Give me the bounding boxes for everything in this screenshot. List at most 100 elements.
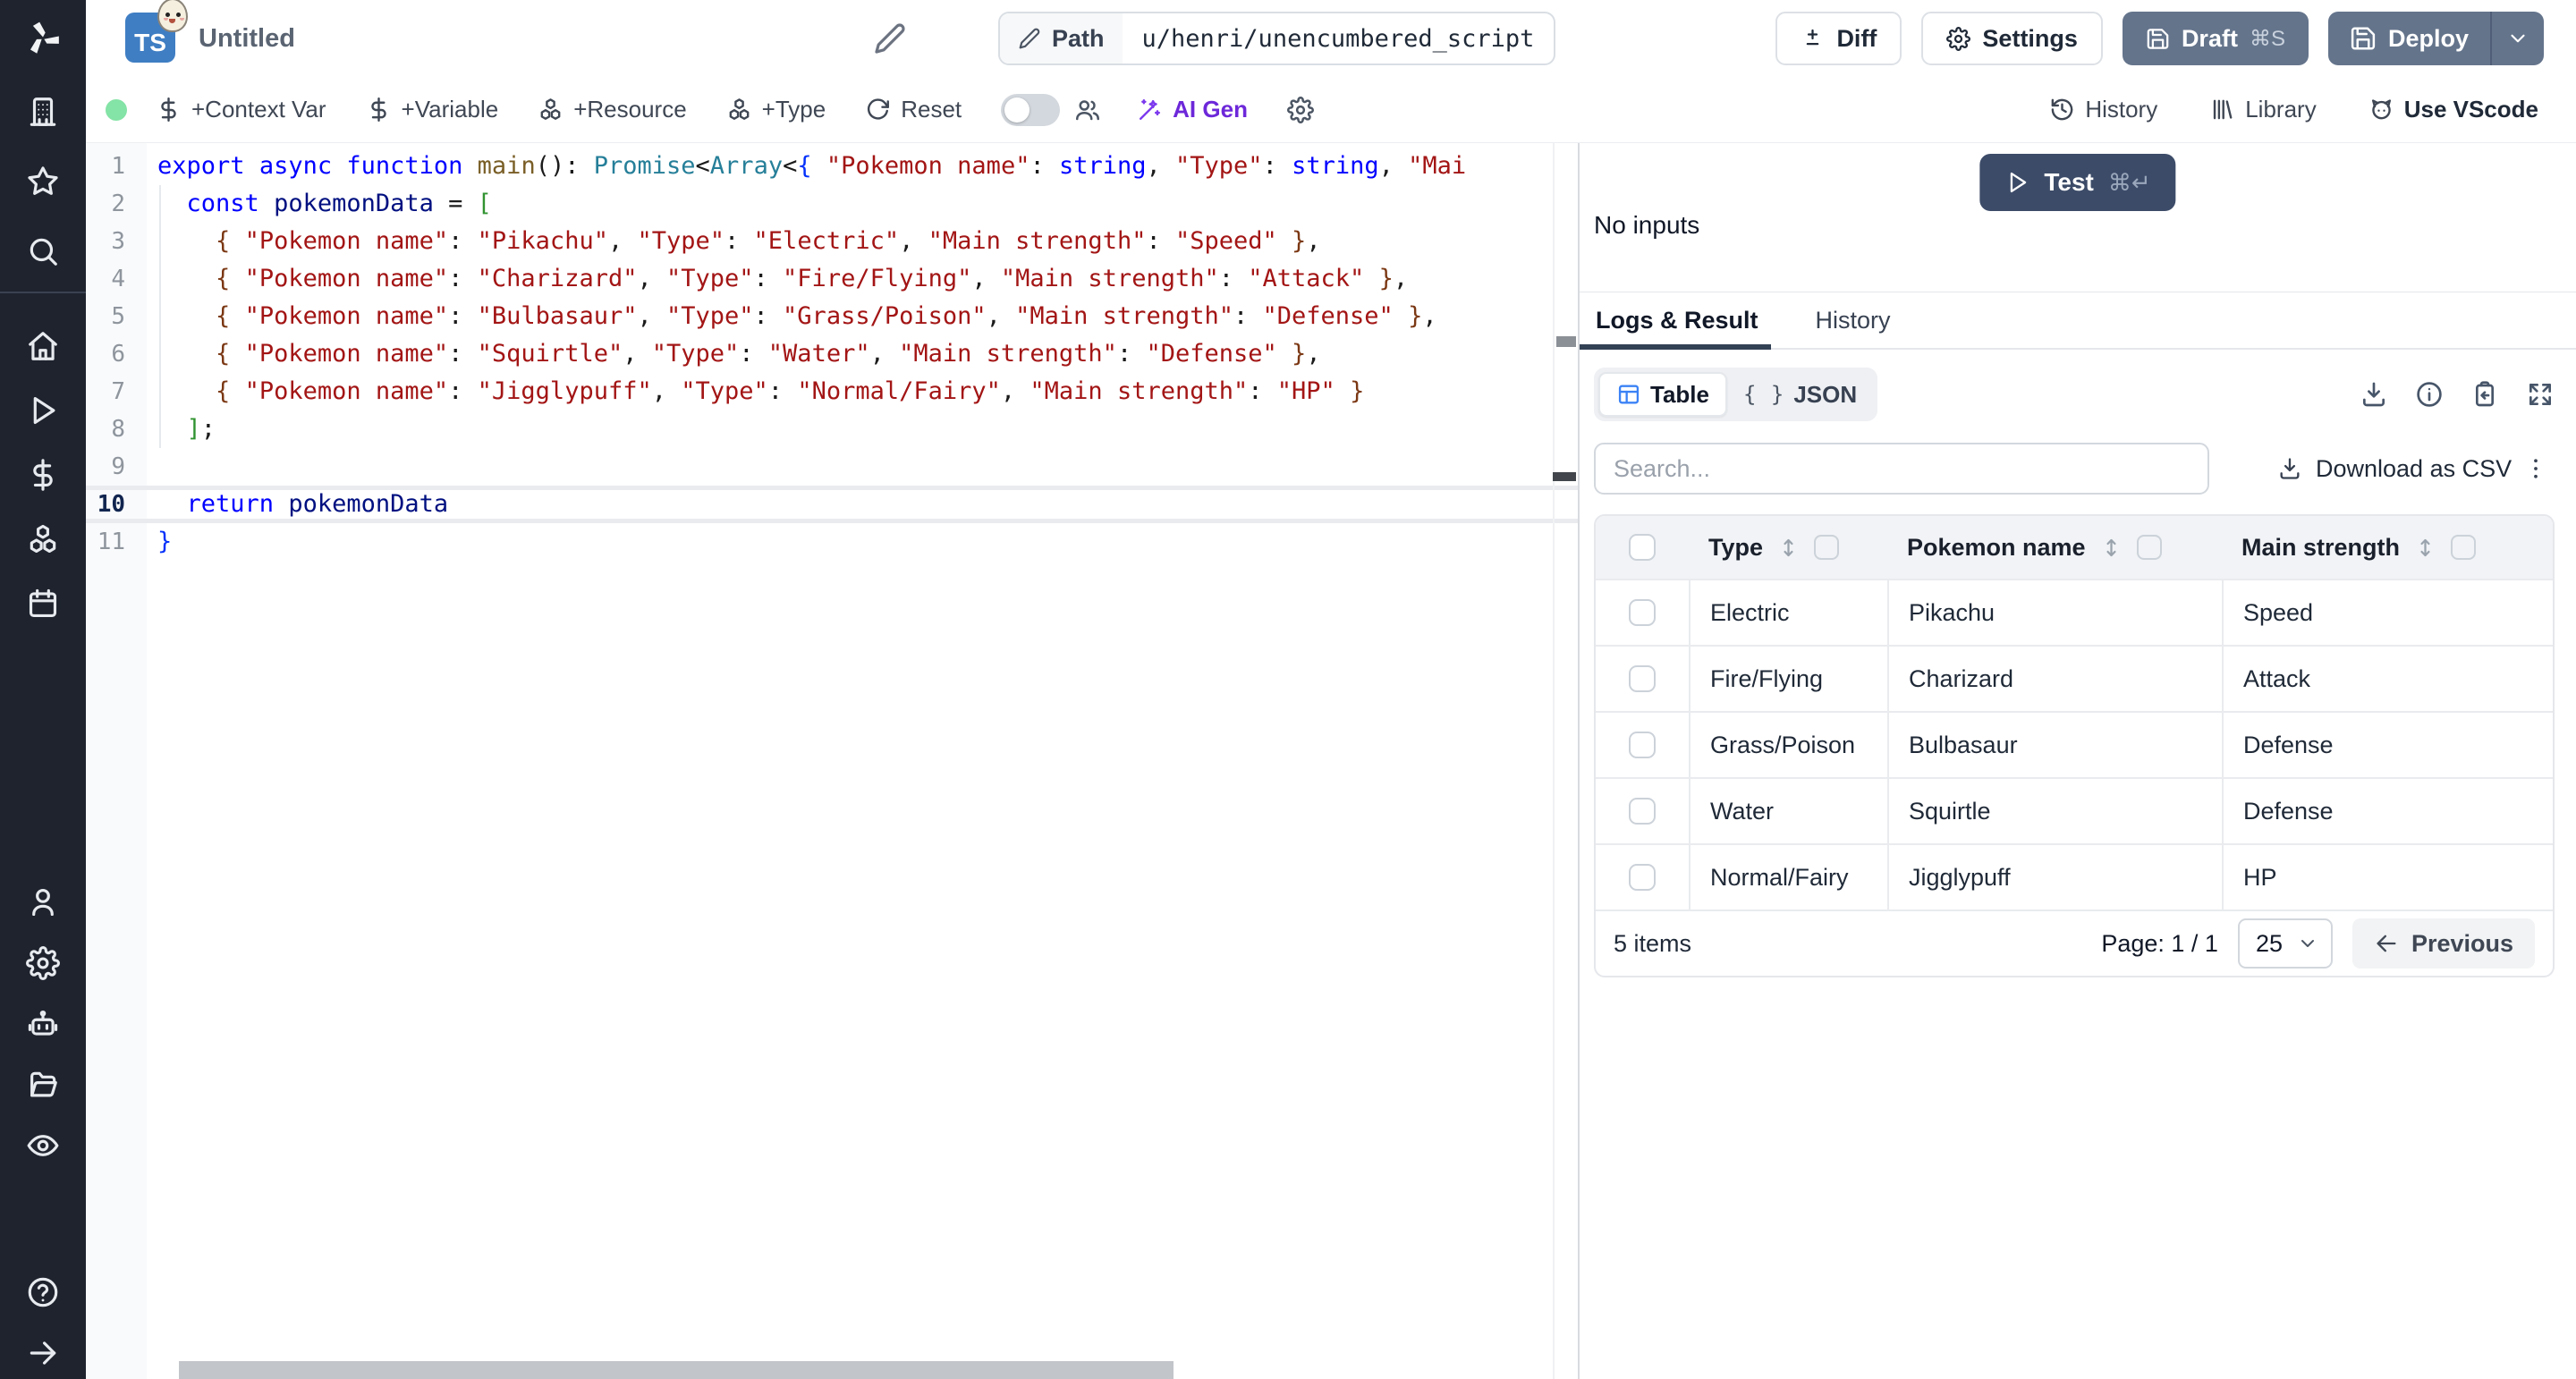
line-number: 2	[86, 185, 125, 223]
sidebar-item-workers[interactable]	[26, 1007, 60, 1041]
code-line-3[interactable]: 3 { "Pokemon name": "Pikachu", "Type": "…	[86, 223, 1578, 260]
table-cell-select	[1596, 845, 1689, 909]
line-number: 5	[86, 298, 125, 335]
sidebar-item-help[interactable]	[26, 1275, 60, 1309]
line-content: const pokemonData = [	[125, 185, 492, 223]
code-editor[interactable]: 1export async function main(): Promise<A…	[86, 143, 1578, 1379]
line-number: 9	[86, 448, 125, 486]
code-line-10[interactable]: 10 return pokemonData	[86, 486, 1578, 523]
table-row: WaterSquirtleDefense	[1596, 777, 2553, 843]
download-csv-button[interactable]: Download as CSV	[2277, 455, 2512, 483]
sidebar-group-footer	[26, 1248, 60, 1370]
draft-button[interactable]: Draft ⌘S	[2123, 12, 2309, 65]
view-toggle-json[interactable]: { } JSON	[1727, 372, 1873, 417]
sidebar-item-audit-logs[interactable]	[26, 1129, 60, 1163]
editor-settings-gear-icon[interactable]	[1287, 97, 1314, 123]
add-context-var-button[interactable]: +Context Var	[156, 96, 326, 123]
sidebar-item-users[interactable]	[26, 885, 60, 919]
row-checkbox[interactable]	[1629, 864, 1656, 891]
sidebar-item-runs[interactable]	[26, 393, 60, 427]
download-result-icon[interactable]	[2360, 380, 2388, 409]
diff-button[interactable]: Diff	[1775, 12, 1902, 65]
row-checkbox[interactable]	[1629, 599, 1656, 626]
sidebar-item-settings[interactable]	[26, 946, 60, 980]
code-line-8[interactable]: 8 ];	[86, 410, 1578, 448]
view-toggle-table[interactable]: Table	[1598, 372, 1727, 417]
table-cell: Charizard	[1887, 647, 2222, 711]
sort-icon[interactable]	[2099, 536, 2123, 560]
table-cell: Bulbasaur	[1887, 713, 2222, 777]
code-line-4[interactable]: 4 { "Pokemon name": "Charizard", "Type":…	[86, 260, 1578, 298]
table-cell: Electric	[1689, 580, 1887, 645]
sidebar-item-resources[interactable]	[26, 522, 60, 556]
editor-toolbar: +Context Var +Variable +Resource +Type R…	[86, 77, 2576, 143]
table-cell-select	[1596, 580, 1689, 645]
sidebar-expand-button[interactable]	[26, 1336, 60, 1370]
path-label-section: Path	[1000, 13, 1123, 63]
sidebar-item-workspace[interactable]	[26, 95, 60, 129]
table-cell: Attack	[2222, 647, 2553, 711]
ai-gen-button[interactable]: AI Gen	[1137, 96, 1248, 123]
use-vscode-button[interactable]: Use VScode	[2368, 96, 2538, 123]
windmill-logo[interactable]	[0, 0, 86, 77]
result-actions	[2360, 380, 2555, 409]
editor-horizontal-scrollbar[interactable]	[179, 1361, 1174, 1379]
page-title: Untitled	[199, 0, 295, 77]
library-button[interactable]: Library	[2209, 96, 2316, 123]
reset-button[interactable]: Reset	[865, 96, 962, 123]
multiplayer-toggle[interactable]	[1001, 94, 1060, 126]
previous-page-button[interactable]: Previous	[2352, 918, 2535, 969]
add-type-button[interactable]: +Type	[726, 96, 826, 123]
page-size-select[interactable]: 25	[2238, 918, 2333, 969]
path-button[interactable]: Path u/henri/unencumbered_script	[998, 12, 1555, 65]
table-menu-dots-icon[interactable]	[2522, 455, 2549, 482]
sidebar-item-schedules[interactable]	[26, 587, 60, 621]
add-variable-button[interactable]: +Variable	[366, 96, 499, 123]
deploy-dropdown-button[interactable]	[2492, 12, 2544, 65]
history-clock-icon	[2049, 97, 2075, 123]
row-checkbox[interactable]	[1629, 665, 1656, 692]
sidebar-item-home[interactable]	[26, 329, 60, 363]
sort-icon[interactable]	[1776, 536, 1801, 560]
sidebar-item-folders[interactable]	[26, 1068, 60, 1102]
copy-to-clipboard-icon[interactable]	[2470, 380, 2499, 409]
sort-icon[interactable]	[2413, 536, 2437, 560]
row-checkbox[interactable]	[1629, 798, 1656, 825]
select-all-checkbox[interactable]	[1629, 534, 1656, 561]
typescript-badge-label: TS	[134, 29, 166, 57]
sidebar-item-search[interactable]	[26, 234, 60, 268]
table-cell: Jigglypuff	[1887, 845, 2222, 909]
code-line-2[interactable]: 2 const pokemonData = [	[86, 185, 1578, 223]
dollar-icon	[366, 97, 392, 123]
column-filter-checkbox[interactable]	[2451, 535, 2476, 560]
history-button[interactable]: History	[2049, 96, 2157, 123]
code-line-6[interactable]: 6 { "Pokemon name": "Squirtle", "Type": …	[86, 335, 1578, 373]
column-filter-checkbox[interactable]	[2137, 535, 2162, 560]
code-line-7[interactable]: 7 { "Pokemon name": "Jigglypuff", "Type"…	[86, 373, 1578, 410]
expand-result-icon[interactable]	[2526, 380, 2555, 409]
deploy-button[interactable]: Deploy	[2328, 12, 2490, 65]
sidebar-item-favorites[interactable]	[26, 165, 60, 199]
code-line-11[interactable]: 11}	[86, 523, 1578, 561]
tab-history[interactable]: History	[1812, 292, 1894, 348]
settings-button[interactable]: Settings	[1921, 12, 2103, 65]
row-checkbox[interactable]	[1629, 732, 1656, 758]
line-content: { "Pokemon name": "Pikachu", "Type": "El…	[125, 223, 1321, 260]
add-resource-button[interactable]: +Resource	[538, 96, 686, 123]
egg-face-emoji	[157, 0, 188, 32]
table-cell-select	[1596, 713, 1689, 777]
column-filter-checkbox[interactable]	[1814, 535, 1839, 560]
info-icon[interactable]	[2415, 380, 2444, 409]
header-actions: Diff Settings Draft ⌘S Deploy	[1775, 12, 2544, 65]
collaborators-users-icon[interactable]	[1074, 97, 1101, 123]
edit-title-pencil-icon[interactable]	[873, 21, 907, 55]
sidebar-group-top	[26, 77, 60, 268]
code-line-5[interactable]: 5 { "Pokemon name": "Bulbasaur", "Type":…	[86, 298, 1578, 335]
view-toggle: Table { } JSON	[1594, 368, 1877, 421]
test-button[interactable]: Test ⌘↵	[1979, 154, 2175, 211]
code-line-1[interactable]: 1export async function main(): Promise<A…	[86, 148, 1578, 185]
search-input[interactable]	[1594, 443, 2209, 495]
sidebar-item-variables[interactable]	[26, 458, 60, 492]
tab-logs-and-result[interactable]: Logs & Result	[1592, 292, 1762, 348]
code-line-9[interactable]: 9	[86, 448, 1578, 486]
